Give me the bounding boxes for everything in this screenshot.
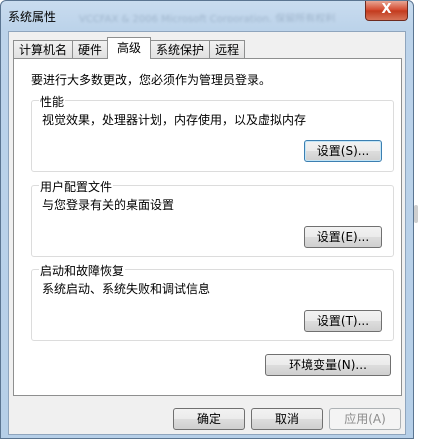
- close-icon: X: [381, 2, 392, 17]
- user-profiles-settings-button[interactable]: 设置(E)...: [304, 226, 382, 248]
- admin-notice: 要进行大多数更改，您必须作为管理员登录。: [31, 73, 272, 87]
- system-properties-window: 系统属性 VCCFAX & 2006 Microsoft Corporation…: [0, 0, 414, 439]
- title-bar[interactable]: 系统属性 VCCFAX & 2006 Microsoft Corporation…: [1, 1, 413, 31]
- apply-button[interactable]: 应用(A): [329, 408, 401, 430]
- ok-button[interactable]: 确定: [173, 408, 245, 430]
- tab-computer-name[interactable]: 计算机名: [13, 40, 74, 59]
- performance-group: 性能 视觉效果，处理器计划，内存使用，以及虚拟内存 设置(S)...: [31, 93, 394, 172]
- tab-strip: 计算机名 硬件 高级 系统保护 远程: [13, 37, 246, 59]
- startup-recovery-description: 系统启动、系统失败和调试信息: [42, 282, 211, 296]
- tab-advanced[interactable]: 高级: [107, 37, 152, 59]
- performance-settings-button[interactable]: 设置(S)...: [304, 140, 382, 162]
- dialog-client-area: 计算机名 硬件 高级 系统保护 远程 要进行大多数更改，您必须作为管理员登录。 …: [8, 31, 406, 435]
- environment-variables-button[interactable]: 环境变量(N)...: [265, 354, 391, 376]
- startup-recovery-settings-button[interactable]: 设置(T)...: [304, 310, 382, 332]
- user-profiles-title: 用户配置文件: [39, 178, 114, 195]
- window-title: 系统属性: [8, 10, 57, 24]
- close-button[interactable]: X: [365, 1, 408, 21]
- tab-hardware[interactable]: 硬件: [72, 40, 109, 59]
- tab-system-protection[interactable]: 系统保护: [150, 40, 211, 59]
- cancel-button[interactable]: 取消: [251, 408, 323, 430]
- user-profiles-description: 与您登录有关的桌面设置: [42, 198, 175, 212]
- startup-recovery-title: 启动和故障恢复: [39, 262, 126, 279]
- performance-description: 视觉效果，处理器计划，内存使用，以及虚拟内存: [42, 113, 307, 127]
- tab-remote[interactable]: 远程: [209, 40, 246, 59]
- blurred-title-text: VCCFAX & 2006 Microsoft Corporation, 保留所…: [79, 14, 336, 22]
- startup-recovery-group: 启动和故障恢复 系统启动、系统失败和调试信息 设置(T)...: [31, 262, 394, 341]
- user-profiles-group: 用户配置文件 与您登录有关的桌面设置 设置(E)...: [31, 178, 394, 257]
- scrollbar-thumb[interactable]: [414, 205, 418, 223]
- performance-title: 性能: [39, 93, 66, 110]
